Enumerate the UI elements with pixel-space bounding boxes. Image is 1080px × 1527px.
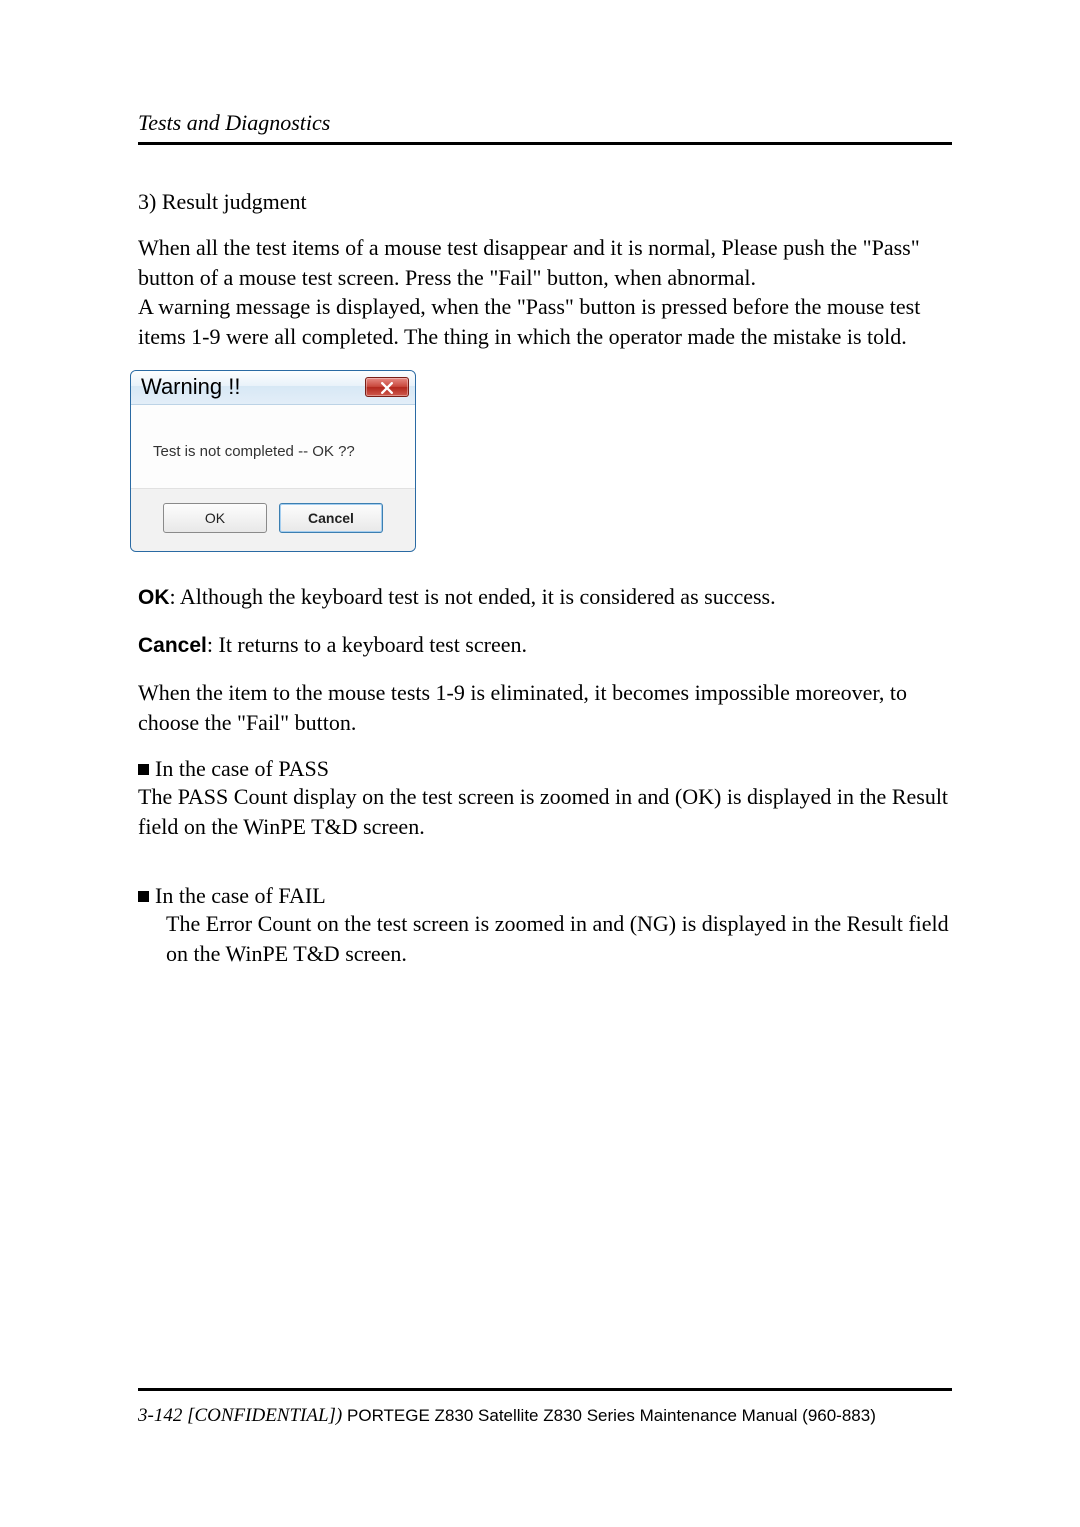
pass-heading-text: In the case of PASS [155, 756, 329, 781]
fail-heading: In the case of FAIL [138, 883, 952, 909]
page-header: Tests and Diagnostics [138, 110, 952, 145]
square-bullet-icon [138, 891, 149, 902]
paragraph: When the item to the mouse tests 1-9 is … [138, 678, 952, 737]
dialog-message: Test is not completed -- OK ?? [131, 405, 415, 488]
ok-desc-text: : Although the keyboard test is not ende… [170, 584, 776, 609]
section-heading: 3) Result judgment [138, 189, 952, 215]
fail-heading-text: In the case of FAIL [155, 883, 326, 908]
warning-dialog: Warning !! Test is not completed -- OK ?… [130, 370, 416, 552]
cancel-description: Cancel: It returns to a keyboard test sc… [138, 630, 952, 660]
ok-description: OK: Although the keyboard test is not en… [138, 582, 952, 612]
square-bullet-icon [138, 764, 149, 775]
dialog-titlebar: Warning !! [131, 371, 415, 405]
warning-dialog-screenshot: Warning !! Test is not completed -- OK ?… [130, 370, 952, 552]
page-footer: 3-142 [CONFIDENTIAL]) PORTEGE Z830 Satel… [138, 1388, 952, 1427]
paragraph: A warning message is displayed, when the… [138, 292, 952, 351]
cancel-label: Cancel [138, 634, 207, 657]
footer-manual-title: PORTEGE Z830 Satellite Z830 Series Maint… [347, 1406, 876, 1425]
pass-paragraph: The PASS Count display on the test scree… [138, 782, 952, 841]
dialog-title: Warning !! [141, 374, 240, 400]
ok-label: OK [138, 586, 170, 609]
close-icon [381, 374, 393, 400]
ok-button[interactable]: OK [163, 503, 267, 533]
cancel-desc-text: : It returns to a keyboard test screen. [207, 632, 527, 657]
fail-paragraph: The Error Count on the test screen is zo… [138, 909, 952, 968]
paragraph: When all the test items of a mouse test … [138, 233, 952, 292]
cancel-button[interactable]: Cancel [279, 503, 383, 533]
footer-page-label: 3-142 [CONFIDENTIAL]) [138, 1405, 347, 1426]
pass-heading: In the case of PASS [138, 756, 952, 782]
close-button[interactable] [365, 377, 409, 397]
dialog-button-row: OK Cancel [131, 488, 415, 551]
header-title: Tests and Diagnostics [138, 110, 330, 135]
